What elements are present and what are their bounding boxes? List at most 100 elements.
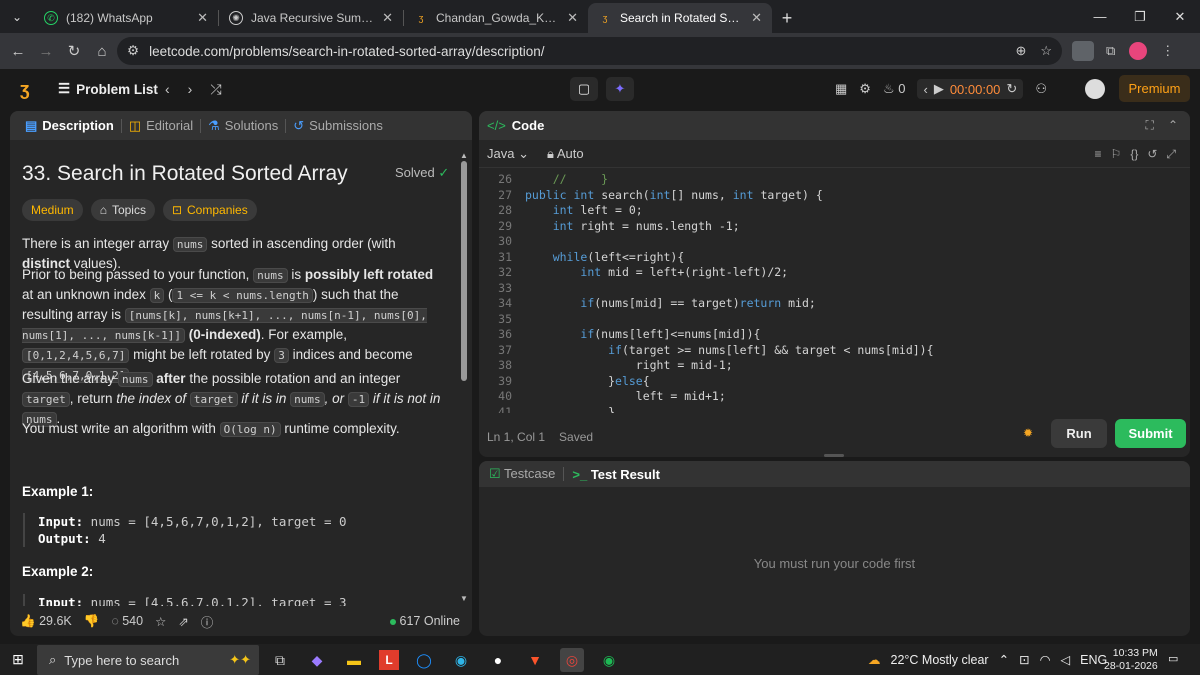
scroll-up-icon[interactable]: ▲ xyxy=(460,151,468,160)
code-line[interactable]: 41 } xyxy=(479,405,1190,414)
code-text[interactable]: }else{ xyxy=(525,374,650,390)
premium-button[interactable]: Premium xyxy=(1119,75,1190,102)
code-text[interactable]: if(nums[left]<=nums[mid]){ xyxy=(525,327,760,343)
add-user-icon[interactable]: ⚇ xyxy=(1035,81,1047,97)
settings-gear-icon[interactable]: ⚙ xyxy=(859,81,871,97)
code-text[interactable]: int left = 0; xyxy=(525,203,643,219)
scroll-thumb[interactable] xyxy=(461,161,467,381)
tab-solutions[interactable]: ⚗ Solutions xyxy=(201,118,285,134)
companies-tag[interactable]: ⊡ Companies xyxy=(162,199,257,221)
reset-icon[interactable]: ↻ xyxy=(1006,81,1017,97)
code-text[interactable]: int mid = left+(right-left)/2; xyxy=(525,265,788,281)
collapse-chevron-icon[interactable]: ⌃ xyxy=(1168,118,1178,133)
shuffle-icon[interactable]: ⤮ xyxy=(210,81,221,98)
opera-icon[interactable]: ◯ xyxy=(412,648,436,672)
code-line[interactable]: 36 if(nums[left]<=nums[mid]){ xyxy=(479,327,1190,343)
bookmark-star-icon[interactable]: ☆ xyxy=(1040,43,1052,59)
favorite-star-icon[interactable]: ☆ xyxy=(155,614,166,629)
code-line[interactable]: 29 int right = nums.length -1; xyxy=(479,219,1190,235)
close-icon[interactable]: ✕ xyxy=(382,10,393,26)
task-view-icon[interactable]: ⧉ xyxy=(268,648,292,672)
play-icon[interactable]: ▶ xyxy=(934,81,944,97)
code-text[interactable]: right = mid-1; xyxy=(525,358,733,374)
next-problem-icon[interactable]: › xyxy=(188,81,193,98)
notification-icon[interactable]: ▭ xyxy=(1168,652,1182,666)
scroll-down-icon[interactable]: ▼ xyxy=(460,594,468,603)
code-line[interactable]: 35 xyxy=(479,312,1190,328)
topics-tag[interactable]: ⌂ Topics xyxy=(90,199,155,221)
chrome-icon[interactable]: ◎ xyxy=(560,648,584,672)
code-text[interactable]: if(nums[mid] == target)return mid; xyxy=(525,296,815,312)
problem-list-button[interactable]: ☰ Problem List xyxy=(58,81,158,97)
github-icon[interactable]: ● xyxy=(486,648,510,672)
code-line[interactable]: 33 xyxy=(479,281,1190,297)
edge-icon[interactable]: ◉ xyxy=(449,648,473,672)
tab-testcase[interactable]: ☑ Testcase xyxy=(489,466,555,482)
code-text[interactable]: } xyxy=(525,405,615,414)
run-button[interactable]: Run xyxy=(1051,419,1107,448)
tab-test-result[interactable]: >_ Test Result xyxy=(572,467,660,482)
tab-description[interactable]: ▤ Description xyxy=(18,118,121,134)
taskbar-search[interactable]: ⌕ Type here to search ✦✦ xyxy=(37,645,259,675)
back-icon[interactable]: ← xyxy=(4,43,32,60)
language-select[interactable]: Java ⌄ xyxy=(487,146,529,162)
submit-button[interactable]: Submit xyxy=(1115,419,1186,448)
braces-icon[interactable]: {} xyxy=(1130,147,1138,162)
spotify-icon[interactable]: ◉ xyxy=(597,648,621,672)
code-line[interactable]: 39 }else{ xyxy=(479,374,1190,390)
clock[interactable]: 10:33 PM 28-01-2026 xyxy=(1104,647,1158,673)
close-icon[interactable]: ✕ xyxy=(751,10,762,26)
wifi-icon[interactable]: ◠ xyxy=(1040,652,1051,667)
code-text[interactable]: while(left<=right){ xyxy=(525,250,685,266)
dislike-button[interactable]: 👎 xyxy=(84,614,100,629)
weather-icon[interactable]: ☁ xyxy=(868,652,881,667)
tray-chevron-icon[interactable]: ⌃ xyxy=(999,652,1009,667)
layout-icon[interactable]: ▦ xyxy=(835,81,847,97)
file-explorer-icon[interactable]: ▬ xyxy=(342,648,366,672)
auto-mode[interactable]: 🔒︎ Auto xyxy=(547,146,584,162)
tab-search-button[interactable]: ⌄ xyxy=(0,0,34,33)
expand-icon[interactable]: ⛶ xyxy=(1146,118,1154,133)
site-info-icon[interactable]: ⚙ xyxy=(127,43,139,59)
code-text[interactable]: if(target >= nums[left] && target < nums… xyxy=(525,343,933,359)
code-line[interactable]: 28 int left = 0; xyxy=(479,203,1190,219)
bookmark-icon[interactable]: ⚐ xyxy=(1111,147,1122,162)
maximize-button[interactable]: ❐ xyxy=(1120,0,1160,33)
reset-code-icon[interactable]: ↺ xyxy=(1147,147,1157,162)
code-line[interactable]: 32 int mid = left+(right-left)/2; xyxy=(479,265,1190,281)
code-line[interactable]: 31 while(left<=right){ xyxy=(479,250,1190,266)
code-editor[interactable]: 26 // } 27 public int search(int[] nums, i… xyxy=(479,168,1190,413)
timer[interactable]: ‹ ▶ 00:00:00 ↻ xyxy=(917,79,1024,99)
extension-icon[interactable] xyxy=(1072,41,1094,61)
code-line[interactable]: 37 if(target >= nums[left] && target < n… xyxy=(479,343,1190,359)
forward-icon[interactable]: → xyxy=(32,43,60,60)
close-icon[interactable]: ✕ xyxy=(197,10,208,26)
code-text[interactable]: // } xyxy=(525,172,608,188)
code-line[interactable]: 34 if(nums[mid] == target)return mid; xyxy=(479,296,1190,312)
minimize-button[interactable]: — xyxy=(1080,0,1120,33)
fullscreen-icon[interactable]: ⤢ xyxy=(1166,147,1176,162)
user-avatar[interactable] xyxy=(1085,79,1105,99)
code-line[interactable]: 40 left = mid+1; xyxy=(479,389,1190,405)
zoom-icon[interactable]: ⊕ xyxy=(1015,43,1026,59)
browser-tab-profile[interactable]: ʒ Chandan_Gowda_K_S - LeetCod ✕ xyxy=(404,3,588,33)
copilot-icon[interactable]: ◆ xyxy=(305,648,329,672)
code-line[interactable]: 26 // } xyxy=(479,172,1190,188)
app-l-icon[interactable]: L xyxy=(379,650,399,670)
menu-dots-icon[interactable]: ⋮ xyxy=(1161,43,1174,59)
tab-submissions[interactable]: ↺ Submissions xyxy=(286,118,390,134)
network-icon[interactable]: ⊡ xyxy=(1019,652,1029,667)
brave-icon[interactable]: ▼ xyxy=(523,648,547,672)
code-text[interactable]: left = mid+1; xyxy=(525,389,726,405)
tab-editorial[interactable]: ◫ Editorial xyxy=(122,118,200,134)
problem-title[interactable]: 33. Search in Rotated Sorted Array xyxy=(22,162,348,186)
browser-tab-chatgpt[interactable]: ✺ Java Recursive Sum Fix ✕ xyxy=(219,3,403,33)
url-bar[interactable]: ⚙ leetcode.com/problems/search-in-rotate… xyxy=(117,37,1062,65)
code-text[interactable]: public int search(int[] nums, int target… xyxy=(525,188,823,204)
comments-button[interactable]: ◌ 540 xyxy=(111,614,143,628)
description-scrollbar[interactable]: ▲ ▼ xyxy=(460,151,468,603)
windows-start-icon[interactable]: ⊞ xyxy=(0,651,36,668)
code-line[interactable]: 30 xyxy=(479,234,1190,250)
volume-icon[interactable]: ◁ xyxy=(1060,652,1070,667)
browser-tab-whatsapp[interactable]: ✆ (182) WhatsApp ✕ xyxy=(34,3,218,33)
